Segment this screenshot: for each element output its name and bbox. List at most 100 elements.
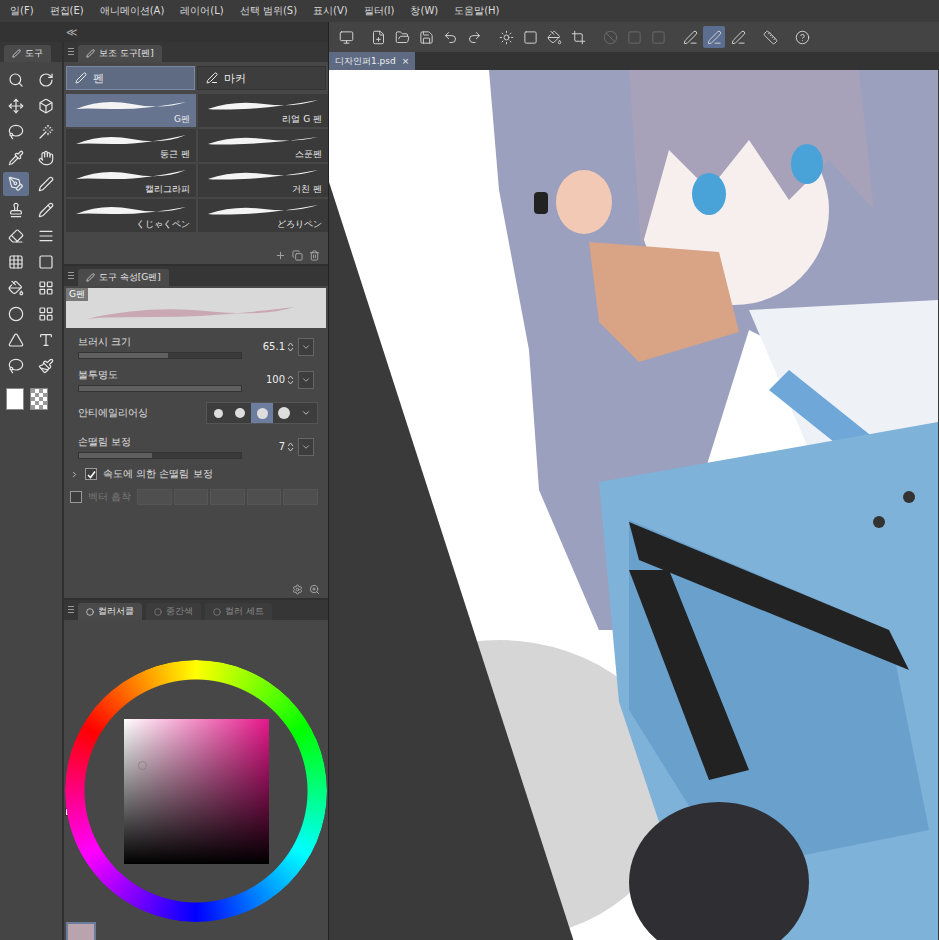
antialiasing-dropdown[interactable] xyxy=(295,403,317,423)
brush-item[interactable]: 스푼펜 xyxy=(198,129,328,162)
command-button[interactable] xyxy=(367,26,389,48)
tool-button[interactable] xyxy=(3,302,29,326)
menu-item[interactable]: 창(W) xyxy=(402,4,446,18)
tool-button[interactable] xyxy=(33,198,59,222)
menu-item[interactable]: 선택 범위(S) xyxy=(232,4,305,18)
menu-item[interactable]: 편집(E) xyxy=(42,4,92,18)
brush-item[interactable]: 캘리그라피 xyxy=(66,164,196,197)
tool-button[interactable] xyxy=(3,198,29,222)
menu-item[interactable]: 레이어(L) xyxy=(172,4,231,18)
tool-button[interactable] xyxy=(3,250,29,274)
tool-button[interactable] xyxy=(33,94,59,118)
spinner-icon[interactable] xyxy=(287,374,294,386)
tool-button[interactable] xyxy=(3,276,29,300)
panel-tab[interactable]: 중간색 xyxy=(146,603,201,620)
settings-icon[interactable] xyxy=(292,584,303,595)
tool-button[interactable] xyxy=(33,172,59,196)
tool-button[interactable] xyxy=(3,94,29,118)
transparent-color-chip[interactable] xyxy=(30,388,48,410)
panel-tab[interactable]: 도구 속성[G펜] xyxy=(78,269,169,286)
spinner-icon[interactable] xyxy=(287,441,294,453)
tool-button[interactable] xyxy=(3,172,29,196)
main-color-chip[interactable] xyxy=(6,388,24,410)
antialiasing-option[interactable] xyxy=(229,403,251,423)
option-button[interactable] xyxy=(298,338,314,356)
color-wheel[interactable] xyxy=(65,660,327,922)
tool-button[interactable] xyxy=(33,120,59,144)
brush-size-row[interactable]: 브러시 크기65.1 xyxy=(64,330,328,363)
panel-tab[interactable]: 보조 도구[펜] xyxy=(78,45,162,62)
panel-tab[interactable]: 컬러 세트 xyxy=(205,603,272,620)
property-value[interactable]: 7 xyxy=(246,441,294,453)
command-button[interactable] xyxy=(335,26,357,48)
canvas[interactable] xyxy=(329,70,939,940)
command-button[interactable] xyxy=(495,26,517,48)
expand-icon[interactable] xyxy=(70,470,79,479)
close-button[interactable]: × xyxy=(402,56,410,66)
command-button[interactable] xyxy=(463,26,485,48)
menu-item[interactable]: 일(F) xyxy=(2,4,42,18)
command-button[interactable] xyxy=(623,26,645,48)
menu-item[interactable]: 필터(I) xyxy=(356,4,403,18)
slider-track[interactable] xyxy=(78,385,242,392)
grip-icon[interactable] xyxy=(68,272,74,280)
document-tab[interactable]: 디자인퍼1.psd× xyxy=(329,52,415,70)
slider-track[interactable] xyxy=(78,452,242,459)
zoom-icon[interactable] xyxy=(309,584,320,595)
brush-item[interactable]: 거친 펜 xyxy=(198,164,328,197)
property-value[interactable]: 65.1 xyxy=(246,341,294,353)
command-button[interactable] xyxy=(543,26,565,48)
antialiasing-option[interactable] xyxy=(273,403,295,423)
tool-button[interactable] xyxy=(3,354,29,378)
command-button[interactable] xyxy=(727,26,749,48)
trash-icon[interactable] xyxy=(309,250,320,261)
command-button[interactable] xyxy=(791,26,813,48)
brush-item[interactable]: くじゃくペン xyxy=(66,199,196,232)
opacity-row[interactable]: 불투명도100 xyxy=(64,363,328,396)
main-color-swatch[interactable] xyxy=(66,922,96,940)
option-button[interactable] xyxy=(298,438,314,456)
tool-button[interactable] xyxy=(3,328,29,352)
collapse-button[interactable]: ≪ xyxy=(66,26,78,39)
panel-tab[interactable]: 도구 xyxy=(4,45,51,62)
panel-tab[interactable]: 컬러서클 xyxy=(78,603,142,620)
command-button[interactable] xyxy=(599,26,621,48)
command-button[interactable] xyxy=(679,26,701,48)
command-button[interactable] xyxy=(391,26,413,48)
speed-stabilization-row[interactable]: 속도에 의한 손떨림 보정 xyxy=(64,463,328,485)
command-button[interactable] xyxy=(647,26,669,48)
grip-icon[interactable] xyxy=(68,48,74,56)
saturation-square[interactable] xyxy=(124,719,269,864)
tool-button[interactable] xyxy=(33,302,59,326)
menu-item[interactable]: 애니메이션(A) xyxy=(92,4,173,18)
command-button[interactable] xyxy=(567,26,589,48)
color-marker[interactable] xyxy=(138,761,147,770)
tool-button[interactable] xyxy=(33,68,59,92)
tool-button[interactable] xyxy=(33,328,59,352)
brush-item[interactable]: G펜 xyxy=(66,94,196,127)
spinner-icon[interactable] xyxy=(287,341,294,353)
slider-track[interactable] xyxy=(78,352,242,359)
tool-button[interactable] xyxy=(3,68,29,92)
antialiasing-option[interactable] xyxy=(207,403,229,423)
grip-icon[interactable] xyxy=(68,606,74,614)
group-tab[interactable]: 마커 xyxy=(197,66,326,90)
option-button[interactable] xyxy=(298,371,314,389)
tool-button[interactable] xyxy=(3,146,29,170)
tool-button[interactable] xyxy=(33,276,59,300)
group-tab[interactable]: 펜 xyxy=(66,66,195,90)
tool-button[interactable] xyxy=(33,250,59,274)
brush-item[interactable]: 리얼 G 펜 xyxy=(198,94,328,127)
menu-item[interactable]: 도움말(H) xyxy=(446,4,507,18)
checkbox[interactable] xyxy=(85,468,97,480)
tool-button[interactable] xyxy=(3,224,29,248)
tool-button[interactable] xyxy=(3,120,29,144)
brush-item[interactable]: 둥근 펜 xyxy=(66,129,196,162)
command-button[interactable] xyxy=(759,26,781,48)
property-value[interactable]: 100 xyxy=(246,374,294,386)
stabilization-row[interactable]: 손떨림 보정7 xyxy=(64,430,328,463)
menu-item[interactable]: 표시(V) xyxy=(305,4,356,18)
add-icon[interactable] xyxy=(275,250,286,261)
antialiasing-option[interactable] xyxy=(251,403,273,423)
command-button[interactable] xyxy=(439,26,461,48)
